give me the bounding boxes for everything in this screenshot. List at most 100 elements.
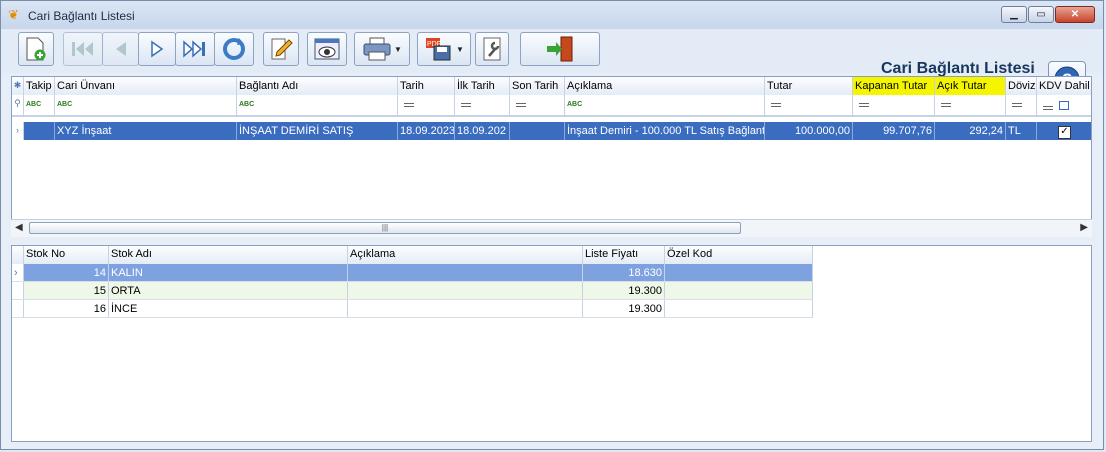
filter-tarih[interactable] [398, 95, 455, 115]
col-cari-unvani[interactable]: Cari Ünvanı [55, 77, 237, 95]
minimize-button[interactable]: ▁ [1001, 6, 1027, 23]
cell-liste-fiyati[interactable]: 18.630 [583, 264, 665, 281]
next-record-button[interactable] [138, 32, 176, 66]
filter-kapanan-tutar[interactable] [853, 95, 935, 115]
cell-aciklama[interactable] [348, 300, 583, 317]
col-stok-no[interactable]: Stok No [24, 246, 109, 264]
cell-liste-fiyati[interactable]: 19.300 [583, 282, 665, 299]
new-button[interactable] [18, 32, 54, 66]
col-ilk-tarih[interactable]: İlk Tarih [455, 77, 510, 95]
filter-tutar[interactable] [765, 95, 853, 115]
window-title: Cari Bağlantı Listesi [28, 9, 135, 23]
cell-aciklama[interactable]: İnşaat Demiri - 100.000 TL Satış Bağlant… [565, 122, 765, 140]
scroll-left-icon[interactable]: ◀ [15, 222, 23, 233]
col-son-tarih[interactable]: Son Tarih [510, 77, 565, 95]
wrench-icon [483, 37, 501, 61]
column-chooser-icon[interactable]: ✱ [12, 77, 24, 95]
filter-acik-tutar[interactable] [935, 95, 1006, 115]
cell-stok-no[interactable]: 15 [24, 282, 109, 299]
previous-icon [115, 42, 126, 56]
scroll-right-icon[interactable]: ▶ [1080, 222, 1088, 233]
equals-filter-icon [1012, 103, 1022, 107]
cell-liste-fiyati[interactable]: 19.300 [583, 300, 665, 317]
printer-icon [363, 37, 391, 61]
stock-grid: Stok No Stok Adı Açıklama Liste Fiyatı Ö… [11, 245, 1092, 442]
col-baglanti-adi[interactable]: Bağlantı Adı [237, 77, 398, 95]
col-ozel-kod[interactable]: Özel Kod [665, 246, 813, 264]
settings-button[interactable] [475, 32, 509, 66]
cell-kapanan-tutar[interactable]: 99.707,76 [853, 122, 935, 140]
print-button[interactable]: ▼ [354, 32, 410, 66]
col-kapanan-tutar[interactable]: Kapanan Tutar [853, 77, 935, 95]
cell-stok-adi[interactable]: KALIN [109, 264, 348, 281]
cell-ozel-kod[interactable] [665, 300, 813, 317]
previous-record-button[interactable] [102, 32, 139, 66]
cell-doviz[interactable]: TL [1006, 122, 1037, 140]
table-row[interactable]: 16 İNCE 19.300 [12, 300, 813, 318]
table-row[interactable]: › 14 KALIN 18.630 [12, 264, 813, 282]
cell-kdv-dahil[interactable]: ✓ [1037, 122, 1091, 140]
row-indicator-icon: › [12, 264, 24, 281]
checkbox-checked[interactable]: ✓ [1058, 126, 1071, 139]
preview-button[interactable] [307, 32, 347, 66]
exit-button[interactable] [520, 32, 600, 66]
col-tarih[interactable]: Tarih [398, 77, 455, 95]
last-record-button[interactable] [175, 32, 215, 66]
text-filter-icon: ABC [567, 101, 583, 108]
col-tutar[interactable]: Tutar [765, 77, 853, 95]
filter-kdv-dahil[interactable] [1037, 95, 1091, 115]
scrollbar-thumb[interactable]: ||| [29, 222, 741, 234]
cell-cari-unvani[interactable]: XYZ İnşaat [55, 122, 237, 140]
col-liste-fiyati[interactable]: Liste Fiyatı [583, 246, 665, 264]
horizontal-scrollbar[interactable]: ◀ ||| ▶ [11, 219, 1092, 237]
cell-ozel-kod[interactable] [665, 282, 813, 299]
export-pdf-button[interactable]: PDF ▼ [417, 32, 471, 66]
maximize-button[interactable]: ▭ [1028, 6, 1054, 23]
edit-button[interactable] [263, 32, 299, 66]
text-filter-icon: ABC [57, 101, 73, 108]
col-takip[interactable]: Takip [24, 77, 55, 95]
filter-son-tarih[interactable] [510, 95, 565, 115]
table-row[interactable]: 15 ORTA 19.300 [12, 282, 813, 300]
cell-takip[interactable] [24, 122, 55, 140]
cell-stok-adi[interactable]: ORTA [109, 282, 348, 299]
pdf-save-icon: PDF [426, 38, 451, 61]
eye-icon [314, 38, 340, 60]
row-indicator [12, 282, 24, 299]
col-stok-adi[interactable]: Stok Adı [109, 246, 348, 264]
first-record-button[interactable] [63, 32, 103, 66]
col-aciklama[interactable]: Açıklama [348, 246, 583, 264]
cell-aciklama[interactable] [348, 264, 583, 281]
cell-baglanti-adi[interactable]: İNŞAAT DEMİRİ SATIŞ [237, 122, 398, 140]
filter-icon[interactable]: ⚲ [12, 95, 24, 115]
row-indicator-icon: › [12, 122, 24, 140]
cell-stok-no[interactable]: 16 [24, 300, 109, 317]
cell-tarih[interactable]: 18.09.2023 [398, 122, 455, 140]
cell-son-tarih[interactable] [510, 122, 565, 140]
filter-ilk-tarih[interactable] [455, 95, 510, 115]
cell-ilk-tarih[interactable]: 18.09.202 [455, 122, 510, 140]
col-aciklama[interactable]: Açıklama [565, 77, 765, 95]
col-acik-tutar[interactable]: Açık Tutar [935, 77, 1006, 95]
cell-stok-adi[interactable]: İNCE [109, 300, 348, 317]
col-kdv-dahil[interactable]: KDV Dahil [1037, 77, 1091, 95]
filter-baglanti-adi[interactable]: ABC [237, 95, 398, 115]
cell-aciklama[interactable] [348, 282, 583, 299]
cell-stok-no[interactable]: 14 [24, 264, 109, 281]
cell-tutar[interactable]: 100.000,00 [765, 122, 853, 140]
filter-doviz[interactable] [1006, 95, 1037, 115]
close-button[interactable]: ✕ [1055, 6, 1095, 23]
filter-cari-unvani[interactable]: ABC [55, 95, 237, 115]
text-filter-icon: ABC [239, 101, 255, 108]
table-row[interactable]: › XYZ İnşaat İNŞAAT DEMİRİ SATIŞ 18.09.2… [12, 122, 1091, 140]
filter-takip[interactable]: ABC [24, 95, 55, 115]
stock-grid-header: Stok No Stok Adı Açıklama Liste Fiyatı Ö… [12, 246, 813, 265]
col-doviz[interactable]: Döviz [1006, 77, 1037, 95]
cell-acik-tutar[interactable]: 292,24 [935, 122, 1006, 140]
window-controls: ▁ ▭ ✕ [1001, 6, 1095, 23]
refresh-button[interactable] [214, 32, 254, 66]
filter-aciklama[interactable]: ABC [565, 95, 765, 115]
new-document-icon [26, 37, 46, 61]
cell-ozel-kod[interactable] [665, 264, 813, 281]
equals-filter-icon [404, 103, 414, 107]
